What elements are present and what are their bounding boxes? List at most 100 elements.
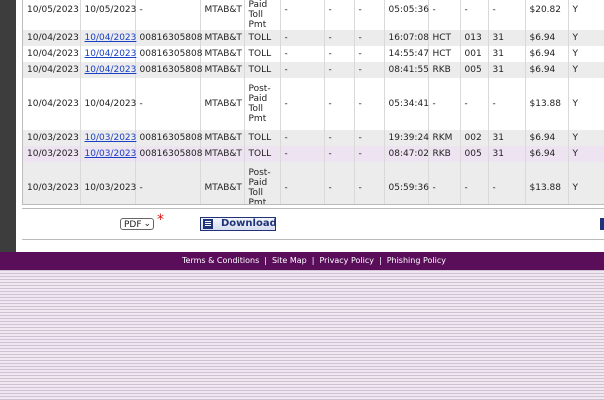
empty-cell: - (324, 30, 355, 46)
class-cell: - (488, 162, 526, 204)
empty-cell: - (280, 130, 325, 146)
description-cell: Post-Paid Toll Pmt (244, 78, 281, 130)
lane-cell: 001 (460, 46, 489, 62)
footer-separator: | (311, 256, 315, 265)
plaza-cell: RKB (428, 146, 461, 162)
amount-cell: $6.94 (525, 130, 569, 146)
flag-cell: Y (572, 99, 579, 109)
footer-link-terms[interactable]: Terms & Conditions (182, 256, 259, 265)
class-cell: 31 (488, 130, 526, 146)
posting-date-cell: 10/04/2023 (23, 46, 81, 62)
description-cell: TOLL (244, 46, 281, 62)
left-rail (0, 0, 16, 252)
plaza-cell: RKB (428, 62, 461, 78)
class-cell: - (488, 78, 526, 130)
posting-date-cell: 10/03/2023 (23, 130, 81, 146)
table-row: 10/03/2023 10/03/2023 00816305808 MTAB&T TOL… (23, 146, 604, 162)
tag-number-cell: 00816305808 (135, 46, 203, 62)
download-button[interactable]: Download (200, 217, 277, 231)
download-icon (203, 219, 213, 229)
empty-cell: - (280, 46, 325, 62)
empty-cell: - (280, 62, 325, 78)
transaction-date-link[interactable]: 10/04/2023 (85, 33, 137, 43)
tag-number-cell: 00816305808 (135, 30, 203, 46)
download-button-label: Download (221, 218, 277, 229)
footer-link-phishing[interactable]: Phishing Policy (387, 256, 446, 265)
plaza-cell: HCT (428, 46, 461, 62)
empty-cell: - (354, 162, 385, 204)
lane-cell: - (460, 162, 489, 204)
description-cell: TOLL (244, 146, 281, 162)
transaction-date-cell: 10/03/2023 (80, 146, 137, 162)
posting-date-cell: 10/04/2023 (23, 62, 81, 78)
plaza-cell: RKM (428, 130, 461, 146)
flag-cell: Y (572, 5, 579, 15)
lane-cell: 002 (460, 130, 489, 146)
download-row: PDF ⌄ * Download (22, 208, 604, 240)
time-cell: 05:34:41 (384, 78, 429, 130)
flag-cell: Y (572, 49, 579, 59)
description-cell: TOLL (244, 30, 281, 46)
class-cell: 31 (488, 62, 526, 78)
lane-cell: 005 (460, 146, 489, 162)
plaza-cell: HCT (428, 30, 461, 46)
time-cell: 05:05:36 (384, 0, 429, 30)
transactions-table: 10/05/202310/05/2023-MTAB&TPost-Paid Tol… (23, 0, 604, 204)
empty-cell: - (324, 62, 355, 78)
agency-cell: MTAB&T (200, 46, 245, 62)
plaza-cell: - (428, 78, 461, 130)
table-row: 10/03/2023 10/03/2023- MTAB&T Post-Paid Tol… (23, 162, 604, 204)
transactions-panel: 10/05/202310/05/2023-MTAB&TPost-Paid Tol… (16, 0, 604, 252)
format-select-value: PDF (124, 220, 142, 230)
lane-cell: 013 (460, 30, 489, 46)
tag-number-cell: - (135, 78, 201, 130)
transaction-date-link[interactable]: 10/03/2023 (85, 149, 137, 159)
time-cell: 16:07:08 (384, 30, 429, 46)
agency-cell: MTAB&T (200, 146, 245, 162)
table-row: 10/04/2023 10/04/2023 00816305808 MTAB&T TOL… (23, 30, 604, 46)
transaction-date-link[interactable]: 10/04/2023 (85, 65, 137, 75)
empty-cell: - (354, 146, 385, 162)
background-pattern (0, 270, 604, 400)
transaction-date-cell: 10/04/2023 (80, 78, 136, 130)
empty-cell: - (354, 30, 385, 46)
format-select[interactable]: PDF ⌄ (120, 218, 154, 230)
footer-bar: Terms & Conditions | Site Map | Privacy Poli… (0, 252, 604, 270)
class-cell: 31 (488, 30, 526, 46)
time-cell: 14:55:47 (384, 46, 429, 62)
required-marker: * (157, 212, 164, 228)
time-cell: 08:41:55 (384, 62, 429, 78)
footer-link-site-map[interactable]: Site Map (272, 256, 307, 265)
amount-cell: $6.94 (525, 30, 569, 46)
class-cell: 31 (488, 46, 526, 62)
posting-date-cell: 10/05/2023 (23, 0, 81, 30)
empty-cell: - (354, 78, 385, 130)
amount-cell: $13.88 (525, 78, 569, 130)
footer-separator: | (378, 256, 382, 265)
empty-cell: - (324, 78, 355, 130)
description-cell: Post-Paid Toll Pmt (244, 0, 281, 30)
transaction-date-link[interactable]: 10/03/2023 (85, 133, 137, 143)
transaction-date-link[interactable]: 10/04/2023 (85, 49, 137, 59)
tag-number-cell: - (135, 162, 201, 204)
lane-cell: - (460, 0, 489, 30)
footer-link-privacy[interactable]: Privacy Policy (319, 256, 374, 265)
posting-date-cell: 10/03/2023 (23, 162, 81, 204)
table-row: 10/04/2023 10/04/2023 00816305808 MTAB&T TOL… (23, 46, 604, 62)
transaction-date-cell: 10/04/2023 (80, 46, 137, 62)
empty-cell: - (354, 130, 385, 146)
empty-cell: - (324, 130, 355, 146)
tag-number-cell: - (135, 0, 201, 30)
tag-number-cell: 00816305808 (135, 130, 203, 146)
empty-cell: - (324, 0, 355, 30)
empty-cell: - (280, 162, 325, 204)
description-cell: TOLL (244, 62, 281, 78)
empty-cell: - (354, 62, 385, 78)
lane-cell: - (460, 78, 489, 130)
agency-cell: MTAB&T (200, 78, 245, 130)
time-cell: 08:47:02 (384, 146, 429, 162)
empty-cell: - (280, 146, 325, 162)
cut-off-button[interactable] (600, 218, 604, 230)
plaza-cell: - (428, 162, 461, 204)
empty-cell: - (280, 30, 325, 46)
